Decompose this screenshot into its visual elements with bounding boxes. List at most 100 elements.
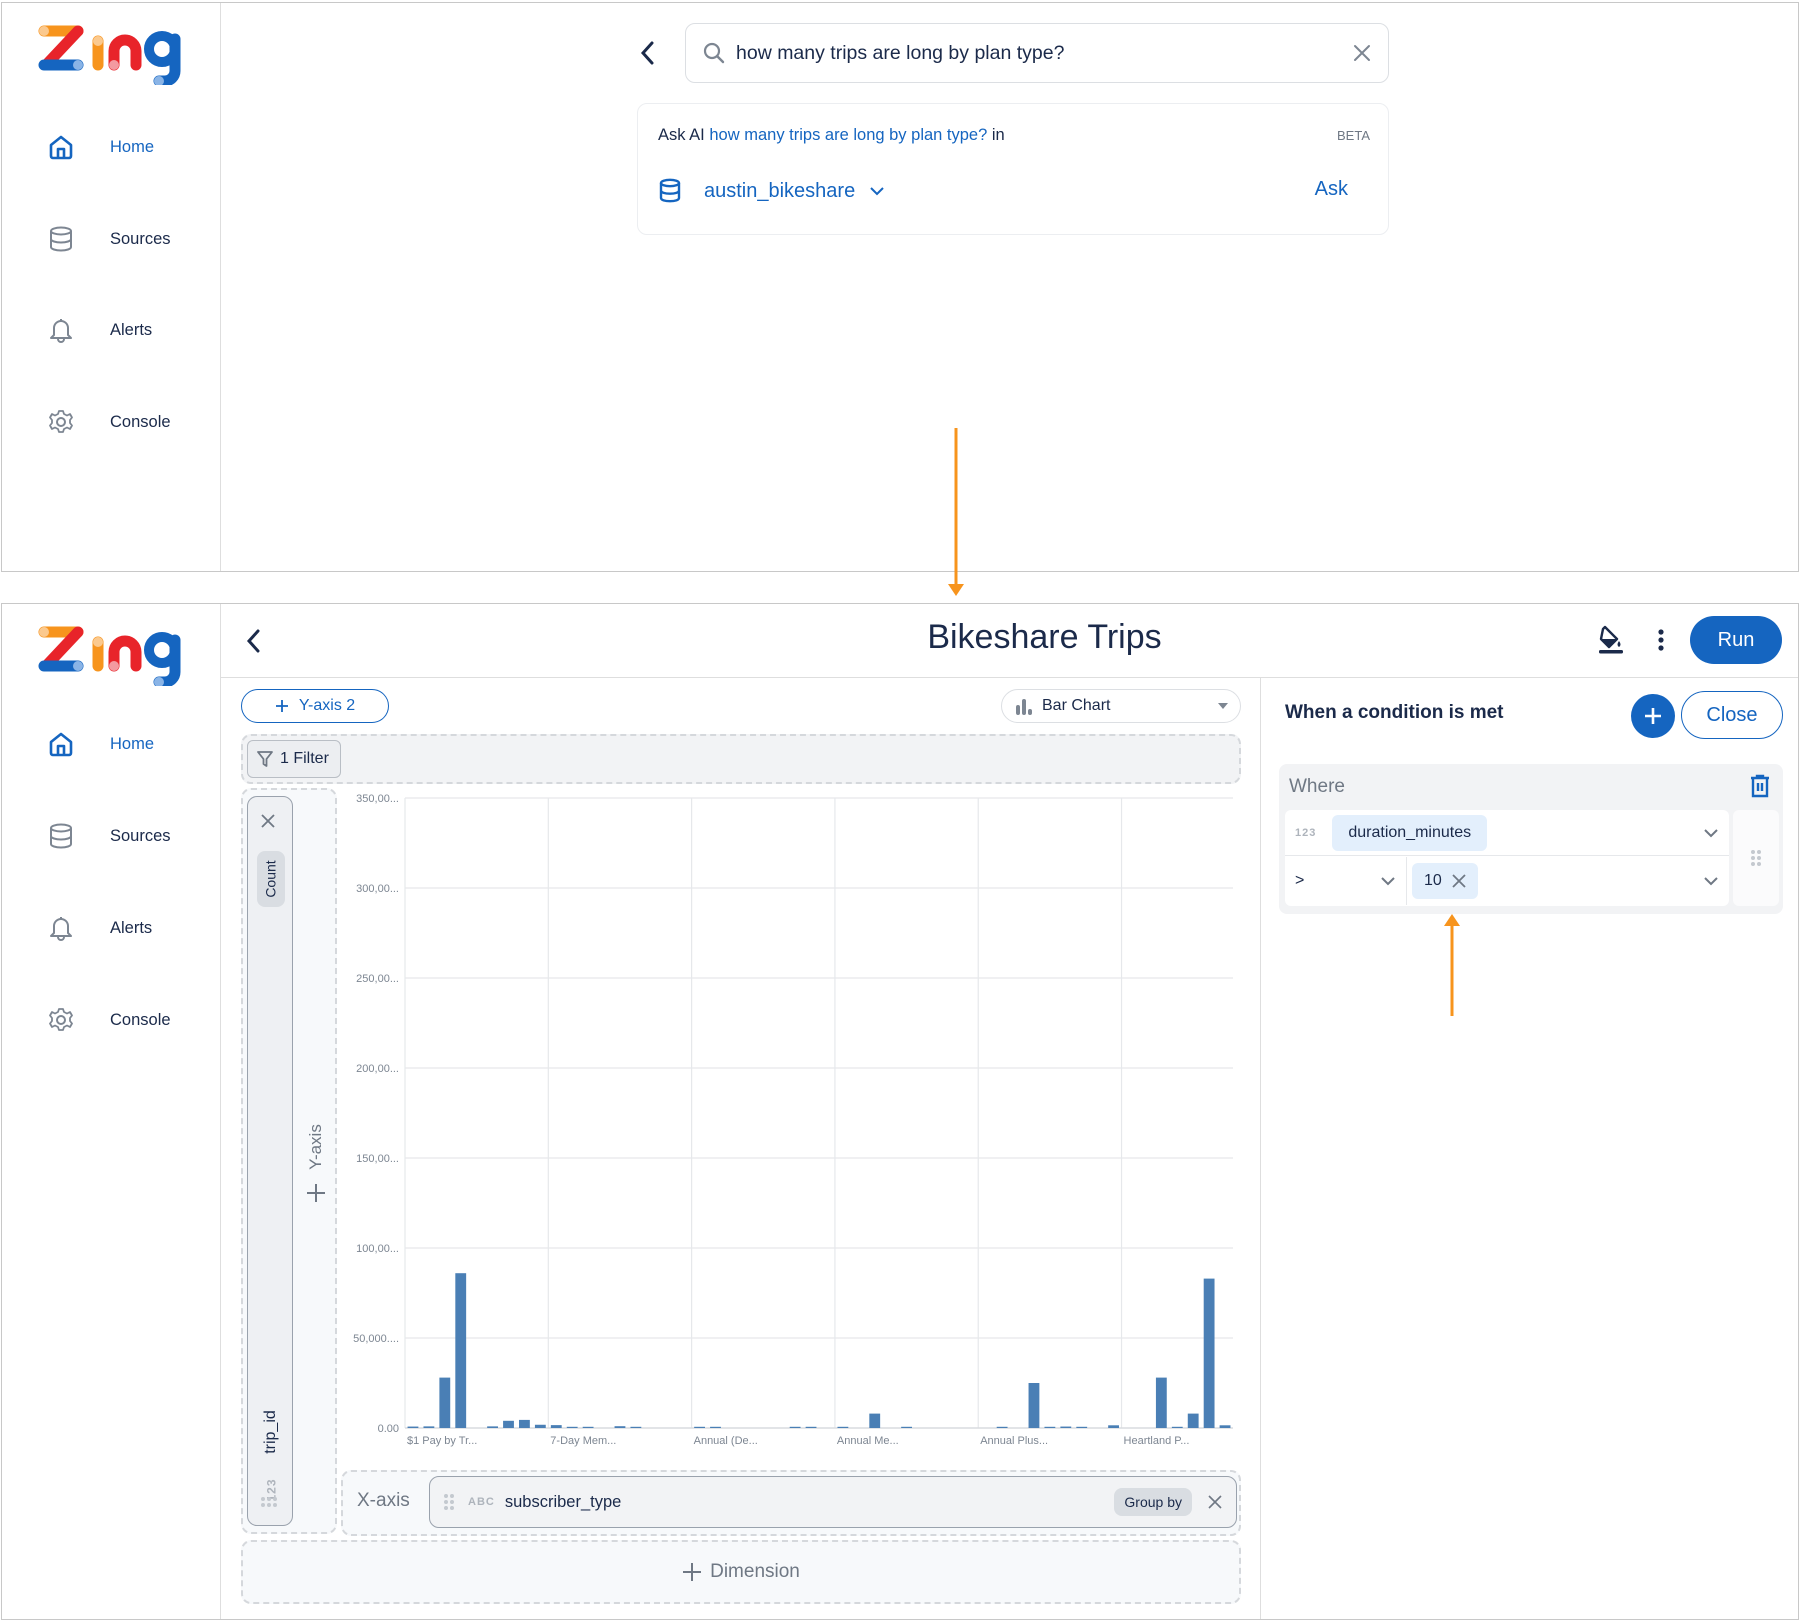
bar bbox=[1108, 1425, 1119, 1428]
bell-icon bbox=[46, 913, 76, 943]
bar bbox=[1060, 1426, 1072, 1428]
sidebar-item-label: Alerts bbox=[110, 918, 153, 937]
remove-value-icon[interactable] bbox=[1452, 874, 1466, 888]
y-tick-label: 0.00 bbox=[378, 1423, 399, 1435]
run-button[interactable]: Run bbox=[1690, 616, 1782, 664]
ask-button[interactable]: Ask bbox=[1315, 178, 1348, 201]
x-tick-label: Annual Me... bbox=[837, 1435, 899, 1447]
database-icon bbox=[659, 178, 681, 203]
drag-handle-icon[interactable] bbox=[444, 1494, 454, 1510]
chevron-left-icon bbox=[640, 41, 654, 65]
bar bbox=[1155, 1377, 1167, 1428]
y-tick-label: 250,00... bbox=[356, 973, 399, 985]
xaxis-dropzone[interactable]: X-axis ABC subscriber_type Group by bbox=[341, 1470, 1241, 1536]
bar-chart: 0.00 50,000.... 100,00... 150,00... 200,00..… bbox=[353, 793, 1233, 1447]
sidebar-item-label: Sources bbox=[110, 826, 171, 845]
drag-handle-icon[interactable] bbox=[261, 1497, 277, 1507]
more-options-button[interactable] bbox=[1644, 622, 1678, 658]
aggregate-chip[interactable]: Count bbox=[257, 851, 285, 907]
bar bbox=[1203, 1278, 1215, 1428]
sidebar-item-alerts[interactable]: Alerts bbox=[46, 908, 152, 948]
clear-search-icon[interactable] bbox=[1352, 43, 1372, 63]
search-screen: Home Sources Alerts Console how many tri… bbox=[1, 2, 1799, 572]
value-select[interactable]: 10 bbox=[1408, 857, 1729, 905]
chart-type-select[interactable]: Bar Chart bbox=[1001, 689, 1241, 723]
sidebar-item-home[interactable]: Home bbox=[46, 724, 154, 764]
add-dimension-button[interactable]: Dimension bbox=[241, 1540, 1241, 1604]
bar bbox=[1044, 1426, 1056, 1428]
bar bbox=[694, 1426, 705, 1428]
sidebar-item-sources[interactable]: Sources bbox=[46, 219, 171, 259]
measure-field: trip_id bbox=[254, 1387, 288, 1477]
sidebar-item-console[interactable]: Console bbox=[46, 1000, 171, 1040]
sidebar-item-sources[interactable]: Sources bbox=[46, 816, 171, 856]
x-tick-label: $1 Pay by Tr... bbox=[407, 1435, 477, 1447]
y-tick-label: 150,00... bbox=[356, 1153, 399, 1165]
add-yaxis2-button[interactable]: Y-axis 2 bbox=[241, 689, 389, 723]
remove-dimension-icon[interactable] bbox=[1208, 1495, 1222, 1509]
add-condition-button[interactable] bbox=[1631, 694, 1675, 738]
measure-card[interactable]: Count trip_id 123 bbox=[247, 796, 293, 1526]
measure-field-label: trip_id bbox=[262, 1410, 280, 1454]
bar bbox=[869, 1413, 881, 1428]
add-yaxis-button[interactable]: Y-axis bbox=[299, 1110, 333, 1230]
bar bbox=[503, 1420, 514, 1428]
zing-logo[interactable] bbox=[36, 21, 186, 85]
condition-drag-handle[interactable] bbox=[1733, 810, 1779, 906]
bell-icon bbox=[46, 315, 76, 345]
home-icon bbox=[46, 729, 76, 759]
bar bbox=[582, 1426, 594, 1428]
condition-panel: When a condition is met Close Where 123 … bbox=[1261, 678, 1798, 1619]
sidebar-item-home[interactable]: Home bbox=[46, 127, 154, 167]
numeric-type-icon: 123 bbox=[1295, 826, 1317, 839]
plus-icon bbox=[683, 1563, 702, 1581]
yaxis-dropzone[interactable]: Count trip_id 123 Y-axis bbox=[241, 788, 337, 1534]
remove-measure-icon[interactable] bbox=[260, 813, 276, 829]
paint-bucket-icon bbox=[1599, 625, 1623, 654]
chevron-down-icon bbox=[1704, 828, 1718, 837]
source-dropdown[interactable]: austin_bikeshare bbox=[658, 178, 885, 204]
sidebar-item-console[interactable]: Console bbox=[46, 402, 171, 442]
sidebar-item-label: Console bbox=[110, 412, 171, 431]
where-label: Where bbox=[1289, 776, 1345, 797]
bar bbox=[630, 1426, 642, 1428]
add-yaxis2-label: Y-axis 2 bbox=[298, 697, 356, 714]
y-tick-label: 200,00... bbox=[356, 1063, 399, 1075]
y-tick-label: 300,00... bbox=[356, 883, 399, 895]
dimension-card[interactable]: ABC subscriber_type Group by bbox=[429, 1476, 1237, 1528]
filter-icon bbox=[257, 751, 273, 767]
search-input[interactable]: how many trips are long by plan type? bbox=[685, 23, 1389, 83]
sidebar-item-label: Home bbox=[110, 734, 155, 753]
filter-count-label: 1 Filter bbox=[280, 750, 329, 767]
page-title: Bikeshare Trips bbox=[927, 618, 1162, 656]
condition-field-select[interactable]: 123 duration_minutes bbox=[1285, 810, 1729, 856]
ask-ai-suffix: in bbox=[991, 126, 1005, 144]
source-name: austin_bikeshare bbox=[704, 179, 856, 202]
chevron-down-icon bbox=[870, 187, 884, 196]
sidebar: Home Sources Alerts Console bbox=[2, 604, 221, 1619]
bar-chart-icon bbox=[1016, 699, 1032, 715]
back-button[interactable] bbox=[633, 36, 663, 70]
search-query[interactable]: how many trips are long by plan type? bbox=[736, 42, 1352, 65]
y-tick-label: 350,00... bbox=[356, 793, 399, 805]
filter-dropzone[interactable]: 1 Filter bbox=[241, 734, 1241, 784]
zing-logo[interactable] bbox=[36, 622, 186, 686]
xaxis-label: X-axis bbox=[357, 1490, 410, 1511]
sidebar-item-label: Console bbox=[110, 1010, 171, 1029]
chevron-down-icon bbox=[1381, 877, 1395, 886]
close-button[interactable]: Close bbox=[1681, 691, 1783, 739]
bar bbox=[614, 1426, 626, 1428]
trash-icon[interactable] bbox=[1749, 774, 1771, 798]
filter-chip[interactable]: 1 Filter bbox=[247, 740, 341, 778]
sidebar-item-label: Home bbox=[110, 137, 155, 156]
bar bbox=[1187, 1413, 1199, 1428]
group-by-chip[interactable]: Group by bbox=[1114, 1488, 1192, 1516]
bar bbox=[1028, 1383, 1040, 1428]
sidebar-item-alerts[interactable]: Alerts bbox=[46, 310, 152, 350]
value-chip: 10 bbox=[1412, 863, 1478, 899]
add-dimension-label: Dimension bbox=[710, 1561, 800, 1582]
more-vertical-icon bbox=[1658, 629, 1664, 651]
operator-value: > bbox=[1295, 872, 1305, 889]
paint-bucket-button[interactable] bbox=[1594, 622, 1628, 658]
operator-select[interactable]: > bbox=[1285, 857, 1407, 905]
